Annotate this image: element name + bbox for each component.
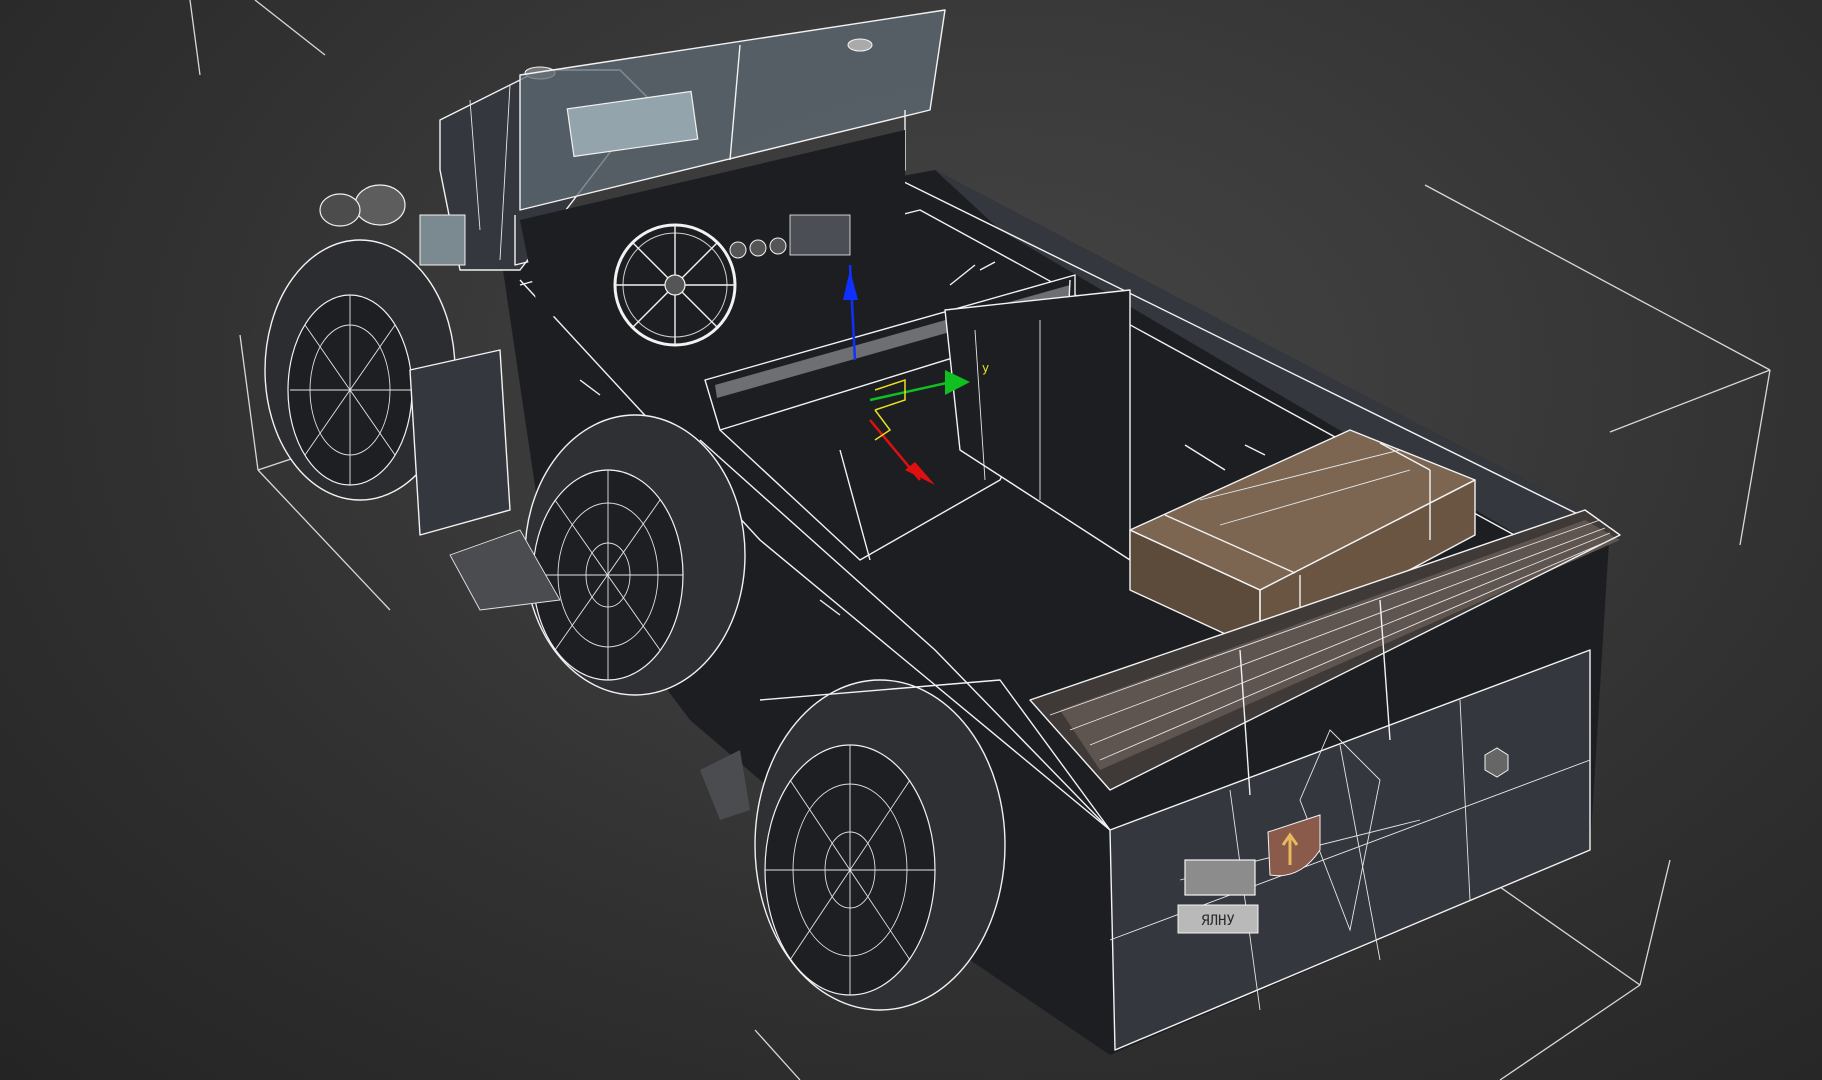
gizmo-y-label: y xyxy=(982,361,989,375)
3d-viewport[interactable]: ЯЛНУ y xyxy=(0,0,1822,1080)
vehicle-scene[interactable]: ЯЛНУ y xyxy=(0,0,1822,1080)
wheel-front[interactable] xyxy=(264,239,511,536)
steering-wheel[interactable] xyxy=(613,223,737,347)
license-plate-text: ЯЛНУ xyxy=(1201,913,1235,929)
wheel-middle[interactable] xyxy=(524,414,746,696)
